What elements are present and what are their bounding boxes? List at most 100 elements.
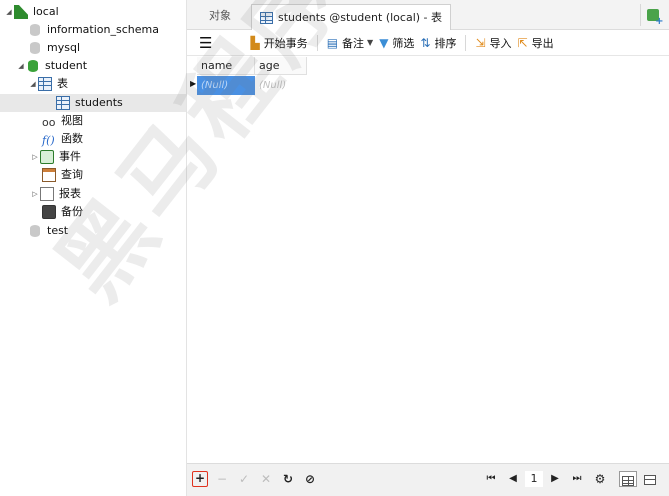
- expand-arrow-icon[interactable]: ◢: [4, 3, 14, 21]
- first-page-button[interactable]: ⏮: [483, 471, 499, 487]
- tree-node-mysql[interactable]: mysql: [28, 39, 80, 57]
- tree-node-tables[interactable]: ◢ 表: [28, 75, 68, 93]
- page-number-input[interactable]: 1: [525, 471, 543, 487]
- tab-label: students @student (local) - 表: [278, 10, 443, 24]
- tree-node-local[interactable]: ◢ local: [4, 3, 59, 21]
- column-header-name[interactable]: name: [197, 57, 255, 75]
- tables-icon: [38, 77, 52, 91]
- tree-node-students[interactable]: students: [0, 94, 186, 112]
- tree-node-student[interactable]: ◢ student: [16, 57, 87, 75]
- export-icon: ⇱: [517, 35, 528, 50]
- tab-bar: 对象 students @student (local) - 表: [187, 0, 669, 30]
- tree-node-views[interactable]: oo 视图: [42, 112, 83, 130]
- database-icon: [28, 41, 42, 55]
- discard-changes-button[interactable]: ✕: [258, 471, 274, 487]
- menu-button[interactable]: ☰: [195, 32, 216, 54]
- stop-button[interactable]: ⊘: [302, 471, 318, 487]
- database-icon: [28, 224, 42, 238]
- table-icon: [56, 96, 70, 110]
- tree-node-information-schema[interactable]: information_schema: [28, 21, 159, 39]
- tree-node-events[interactable]: ▷ 事件: [30, 148, 81, 166]
- tab-students-table[interactable]: students @student (local) - 表: [251, 4, 452, 30]
- clock-icon: [40, 150, 54, 164]
- export-button[interactable]: ⇱ 导出: [518, 32, 560, 54]
- tree-node-label: 查询: [61, 168, 83, 181]
- toolbar-separator: [316, 34, 318, 51]
- navicat-window: ◢ local information_schema mysql ◢ stude…: [0, 0, 669, 496]
- tree-node-label: 函数: [61, 132, 83, 145]
- begin-transaction-label: 开始事务: [263, 36, 308, 50]
- tree-node-functions[interactable]: f() 函数: [42, 130, 83, 148]
- import-icon: ⇲: [475, 35, 486, 50]
- refresh-button[interactable]: ↻: [280, 471, 296, 487]
- toolbar-separator: [465, 34, 467, 51]
- previous-page-button[interactable]: ◀: [505, 471, 521, 487]
- expand-arrow-icon[interactable]: ◢: [16, 57, 26, 75]
- gear-icon[interactable]: ⚙: [592, 471, 608, 487]
- database-active-icon: [26, 59, 40, 73]
- tree-node-queries[interactable]: 查询: [42, 166, 83, 184]
- new-query-button[interactable]: [640, 4, 664, 27]
- filter-label: 筛选: [392, 36, 415, 50]
- add-record-button[interactable]: +: [192, 471, 208, 487]
- expand-arrow-icon[interactable]: ▷: [30, 148, 40, 166]
- tree-node-label: student: [45, 59, 88, 72]
- tree-node-label: 视图: [61, 114, 83, 127]
- tree-node-label: mysql: [47, 41, 80, 54]
- tree-node-test[interactable]: test: [28, 222, 68, 240]
- grid-cell-age[interactable]: (Null): [255, 76, 307, 95]
- object-tree: ◢ local information_schema mysql ◢ stude…: [0, 0, 186, 496]
- function-icon: f(): [42, 134, 55, 147]
- sort-button[interactable]: ⇅ 排序: [420, 32, 462, 54]
- backup-icon: [42, 205, 56, 219]
- import-label: 导入: [489, 36, 512, 50]
- tree-node-label: 表: [57, 77, 68, 90]
- record-toolbar: + − ✓ ✕ ↻ ⊘ ⏮ ◀ 1 ▶ ⏭ ⚙: [187, 463, 669, 496]
- delete-record-button[interactable]: −: [214, 471, 230, 487]
- current-row-indicator-icon: ▶: [190, 79, 197, 88]
- tree-node-label: 报表: [59, 187, 81, 200]
- tree-node-label: 事件: [59, 150, 81, 163]
- tree-node-label: 备份: [61, 205, 83, 218]
- sort-label: 排序: [434, 36, 457, 50]
- apply-changes-button[interactable]: ✓: [236, 471, 252, 487]
- tree-node-label: students: [75, 96, 123, 109]
- tree-node-backups[interactable]: 备份: [42, 203, 83, 221]
- hamburger-icon: ☰: [199, 33, 213, 52]
- last-page-button[interactable]: ⏭: [569, 471, 585, 487]
- grid-view-icon: [622, 475, 634, 486]
- note-label: 备注: [342, 36, 365, 50]
- data-grid: name age ▶ (Null) (Null): [187, 57, 669, 463]
- transaction-icon: ▙: [250, 35, 260, 50]
- glasses-icon: oo: [42, 116, 56, 129]
- next-page-button[interactable]: ▶: [547, 471, 563, 487]
- dropdown-caret-icon[interactable]: ▼: [367, 38, 373, 47]
- import-button[interactable]: ⇲ 导入: [469, 32, 517, 54]
- new-query-icon: [646, 9, 664, 27]
- tree-node-reports[interactable]: ▷ 报表: [30, 185, 81, 203]
- tab-objects[interactable]: 对象: [201, 4, 239, 30]
- filter-button[interactable]: ▼ 筛选: [379, 32, 420, 54]
- export-label: 导出: [531, 36, 554, 50]
- filter-icon: ▼: [379, 35, 389, 50]
- tree-node-label: information_schema: [47, 23, 159, 36]
- tree-node-label: test: [47, 224, 69, 237]
- note-icon: ▤: [326, 35, 339, 50]
- query-icon: [42, 168, 56, 182]
- toolbar: ☰ ▙ 开始事务 ▤ 备注 ▼ ▼ 筛选 ⇅ 排序 ⇲ 导入 ⇱ 导出: [187, 30, 669, 56]
- connection-icon: [14, 5, 28, 19]
- tree-node-label: local: [33, 5, 59, 18]
- expand-arrow-icon[interactable]: ◢: [28, 75, 38, 93]
- grid-view-button[interactable]: [619, 471, 637, 487]
- expand-arrow-icon[interactable]: ▷: [30, 185, 40, 203]
- form-view-icon: [644, 474, 656, 485]
- begin-transaction-button[interactable]: ▙ 开始事务: [244, 32, 313, 54]
- table-icon: [260, 11, 273, 24]
- database-icon: [28, 23, 42, 37]
- form-view-button[interactable]: [641, 471, 659, 487]
- sort-icon: ⇅: [420, 35, 431, 50]
- column-header-age[interactable]: age: [255, 57, 307, 75]
- table-editor: 对象 students @student (local) - 表 ☰ ▙ 开始事…: [186, 0, 669, 496]
- note-button[interactable]: ▤ 备注 ▼: [321, 32, 380, 54]
- grid-cell-name[interactable]: (Null): [197, 76, 255, 95]
